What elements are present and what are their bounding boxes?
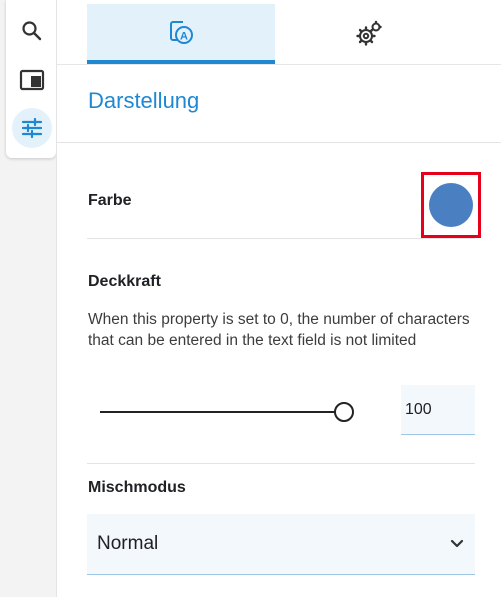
panel-icon	[19, 69, 45, 91]
color-label: Farbe	[88, 192, 132, 209]
search-icon	[22, 21, 42, 41]
divider	[87, 463, 475, 464]
opacity-slider-track[interactable]	[100, 411, 346, 413]
divider	[57, 142, 501, 143]
sliders-icon	[21, 117, 43, 139]
gears-icon	[356, 20, 382, 46]
tab-appearance[interactable]: A	[87, 4, 275, 64]
color-swatch[interactable]	[429, 183, 473, 227]
chevron-down-icon	[450, 539, 464, 548]
blend-mode-label: Mischmodus	[88, 479, 186, 496]
blend-mode-value: Normal	[97, 533, 159, 554]
svg-text:A: A	[180, 31, 188, 43]
opacity-label: Deckkraft	[88, 273, 161, 290]
panel-button[interactable]	[12, 60, 52, 100]
divider	[87, 238, 475, 239]
tab-bar: A	[57, 0, 501, 65]
text-style-icon: A	[170, 21, 193, 44]
opacity-slider-thumb[interactable]	[334, 402, 354, 422]
tab-settings[interactable]	[275, 4, 463, 64]
search-button[interactable]	[12, 11, 52, 51]
section-title: Darstellung	[88, 88, 200, 113]
opacity-description: When this property is set to 0, the numb…	[88, 311, 470, 349]
settings-sliders-button[interactable]	[12, 108, 52, 148]
opacity-input[interactable]	[401, 385, 475, 435]
blend-mode-select[interactable]: Normal	[87, 514, 475, 575]
color-picker-highlight	[421, 172, 481, 238]
properties-panel: A Darstellung Farbe Deckkraft When this …	[56, 0, 501, 597]
side-toolbar	[6, 0, 56, 158]
